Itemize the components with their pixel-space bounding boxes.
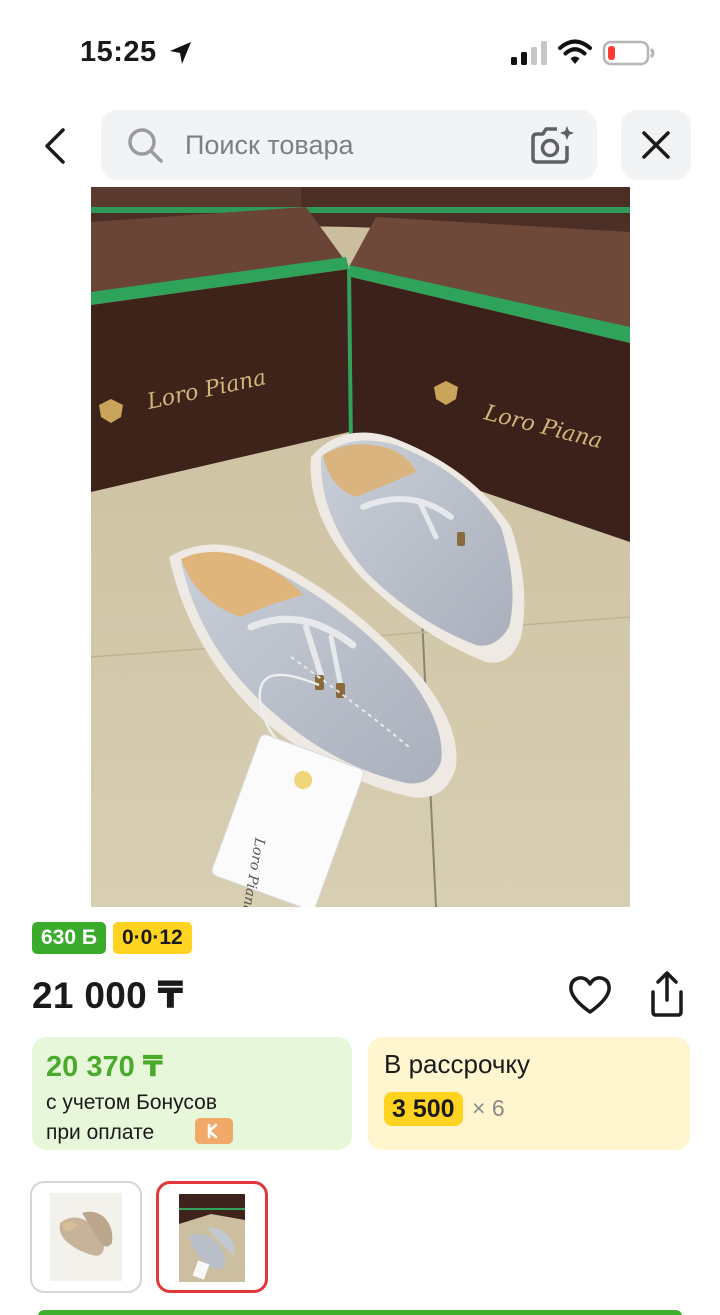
- installment-multiplier: × 6: [472, 1095, 505, 1121]
- location-arrow-icon: [170, 42, 191, 64]
- search-input[interactable]: [185, 110, 515, 180]
- close-icon: [642, 131, 670, 159]
- product-photo-illustration: Loro Piana Loro Piana Loro Piana: [91, 187, 630, 907]
- thumbnail-beige-loafer[interactable]: [30, 1181, 142, 1293]
- search-icon: [128, 128, 163, 163]
- back-button[interactable]: [30, 118, 82, 174]
- heart-icon[interactable]: [567, 973, 613, 1017]
- installment-title: В рассрочку: [384, 1049, 531, 1079]
- bonus-price: 20 370 ₸: [46, 1051, 163, 1083]
- installment-amount: 3 500: [384, 1092, 463, 1126]
- status-bar: 15:25: [0, 0, 720, 100]
- bonus-badge: 630 Б: [32, 922, 106, 954]
- product-price: 21 000 ₸: [32, 975, 184, 1016]
- buy-button-edge[interactable]: [38, 1310, 682, 1315]
- wifi-icon: [558, 39, 592, 64]
- bonus-note-line2: при оплате: [46, 1121, 155, 1144]
- signal-icon: [511, 41, 547, 65]
- kaspi-logo-icon: [195, 1118, 233, 1144]
- camera-sparkle-icon[interactable]: [529, 124, 575, 166]
- bonus-note-line1: с учетом Бонусов: [46, 1091, 217, 1114]
- thumbnail-grey-image: [179, 1194, 245, 1282]
- close-button[interactable]: [621, 110, 691, 180]
- thumbnail-beige-image: [50, 1193, 122, 1281]
- product-photo[interactable]: Loro Piana Loro Piana Loro Piana: [91, 187, 630, 907]
- installment-card[interactable]: В рассрочку 3 500 × 6: [368, 1037, 690, 1150]
- installment-badge: 0·0·12: [113, 922, 192, 954]
- chevron-left-icon: [45, 128, 65, 164]
- thumbnail-grey-loafer[interactable]: [156, 1181, 268, 1293]
- share-icon[interactable]: [645, 970, 689, 1018]
- bonus-price-card[interactable]: 20 370 ₸ с учетом Бонусов при оплате: [32, 1037, 352, 1150]
- search-box[interactable]: [101, 110, 597, 180]
- battery-low-icon: [602, 40, 655, 66]
- status-time: 15:25: [80, 36, 157, 68]
